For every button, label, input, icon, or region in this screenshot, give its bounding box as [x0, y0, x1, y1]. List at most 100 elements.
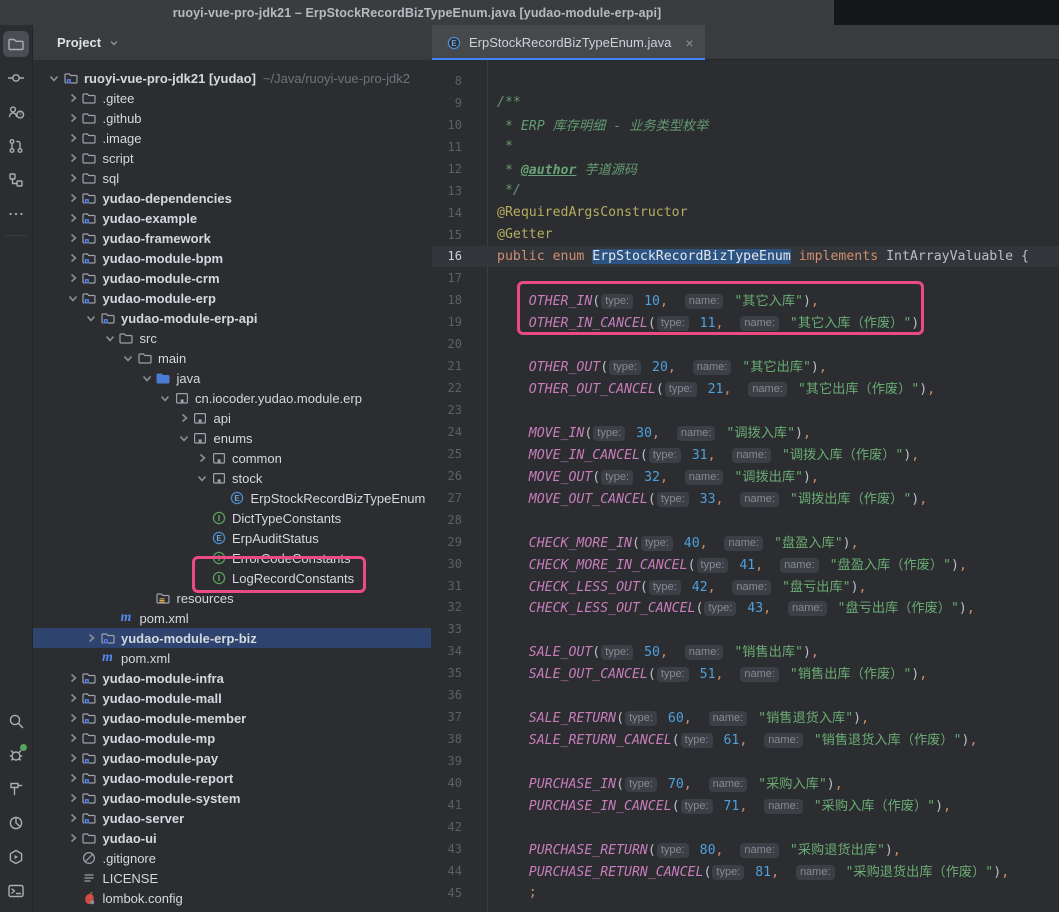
tree-item-common[interactable]: common [33, 448, 431, 468]
code-with-me-icon[interactable]: ? [3, 99, 29, 125]
code-line-22[interactable]: 22 OTHER_OUT_CANCEL(type: 21, name: "其它出… [432, 377, 1059, 399]
problems-icon[interactable] [3, 742, 29, 768]
code-line-13[interactable]: 13 */ [432, 180, 1059, 202]
code-line-29[interactable]: 29 CHECK_MORE_IN(type: 40, name: "盘盈入库")… [432, 531, 1059, 553]
code-line-30[interactable]: 30 CHECK_MORE_IN_CANCEL(type: 41, name: … [432, 553, 1059, 575]
code-line-28[interactable]: 28 [432, 509, 1059, 531]
chevron-expanded-icon[interactable] [176, 430, 192, 446]
tab-close-icon[interactable]: × [685, 35, 693, 51]
tree-item-yudao-module-report[interactable]: yudao-module-report [33, 768, 431, 788]
tree-item-yudao-module-erp[interactable]: yudao-module-erp [33, 288, 431, 308]
tree-item-LogRecordConstants[interactable]: ILogRecordConstants [33, 568, 431, 588]
tree-item-ErpAuditStatus[interactable]: EErpAuditStatus [33, 528, 431, 548]
code-line-9[interactable]: 9/** [432, 92, 1059, 114]
tree-item-yudao-module-system[interactable]: yudao-module-system [33, 788, 431, 808]
chevron-expanded-icon[interactable] [83, 310, 99, 326]
chevron-expanded-icon[interactable] [157, 390, 173, 406]
chevron-collapsed-icon[interactable] [65, 710, 81, 726]
commit-icon[interactable] [3, 65, 29, 91]
tree-item-yudao-module-erp-biz[interactable]: yudao-module-erp-biz [33, 628, 431, 648]
services-icon[interactable] [3, 844, 29, 870]
chevron-collapsed-icon[interactable] [65, 770, 81, 786]
tree-item-ErrorCodeConstants[interactable]: IErrorCodeConstants [33, 548, 431, 568]
code-line-21[interactable]: 21 OTHER_OUT(type: 20, name: "其它出库"), [432, 355, 1059, 377]
code-line-38[interactable]: 38 SALE_RETURN_CANCEL(type: 61, name: "销… [432, 728, 1059, 750]
code-line-27[interactable]: 27 MOVE_OUT_CANCEL(type: 33, name: "调拨出库… [432, 487, 1059, 509]
tree-item-java[interactable]: java [33, 368, 431, 388]
chevron-collapsed-icon[interactable] [194, 450, 210, 466]
pull-requests-icon[interactable] [3, 133, 29, 159]
code-line-20[interactable]: 20 [432, 333, 1059, 355]
code-line-40[interactable]: 40 PURCHASE_IN(type: 70, name: "采购入库"), [432, 772, 1059, 794]
code-line-11[interactable]: 11 * [432, 136, 1059, 158]
profiler-icon[interactable] [3, 810, 29, 836]
code-line-43[interactable]: 43 PURCHASE_RETURN(type: 80, name: "采购退货… [432, 838, 1059, 860]
tree-item-yudao-framework[interactable]: yudao-framework [33, 228, 431, 248]
chevron-expanded-icon[interactable] [46, 70, 62, 86]
chevron-collapsed-icon[interactable] [65, 90, 81, 106]
tree-item-yudao-module-crm[interactable]: yudao-module-crm [33, 268, 431, 288]
project-folder-icon[interactable] [3, 31, 29, 57]
tree-item-DictTypeConstants[interactable]: IDictTypeConstants [33, 508, 431, 528]
chevron-collapsed-icon[interactable] [65, 110, 81, 126]
tree-item-yudao-example[interactable]: yudao-example [33, 208, 431, 228]
code-line-26[interactable]: 26 MOVE_OUT(type: 32, name: "调拨出库"), [432, 465, 1059, 487]
chevron-collapsed-icon[interactable] [176, 410, 192, 426]
tree-item-.github[interactable]: .github [33, 108, 431, 128]
tree-item-pom.xml[interactable]: mpom.xml [33, 608, 431, 628]
tree-item-yudao-ui[interactable]: yudao-ui [33, 828, 431, 848]
chevron-expanded-icon[interactable] [139, 370, 155, 386]
chevron-collapsed-icon[interactable] [83, 630, 99, 646]
build-icon[interactable] [3, 776, 29, 802]
tree-item-yudao-dependencies[interactable]: yudao-dependencies [33, 188, 431, 208]
code-line-36[interactable]: 36 [432, 684, 1059, 706]
code-line-10[interactable]: 10 * ERP 库存明细 - 业务类型枚举 [432, 114, 1059, 136]
chevron-collapsed-icon[interactable] [65, 790, 81, 806]
code-line-42[interactable]: 42 [432, 816, 1059, 838]
tree-item-yudao-module-infra[interactable]: yudao-module-infra [33, 668, 431, 688]
chevron-collapsed-icon[interactable] [65, 810, 81, 826]
chevron-collapsed-icon[interactable] [65, 750, 81, 766]
chevron-collapsed-icon[interactable] [65, 190, 81, 206]
code-line-25[interactable]: 25 MOVE_IN_CANCEL(type: 31, name: "调拨入库（… [432, 443, 1059, 465]
tree-item-.gitee[interactable]: .gitee [33, 88, 431, 108]
terminal-icon[interactable] [3, 878, 29, 904]
chevron-collapsed-icon[interactable] [65, 230, 81, 246]
code-line-8[interactable]: 8 [432, 70, 1059, 92]
code-line-34[interactable]: 34 SALE_OUT(type: 50, name: "销售出库"), [432, 640, 1059, 662]
tree-item-yudao-module-pay[interactable]: yudao-module-pay [33, 748, 431, 768]
code-line-17[interactable]: 17 [432, 267, 1059, 289]
tree-item-yudao-server[interactable]: yudao-server [33, 808, 431, 828]
code-line-31[interactable]: 31 CHECK_LESS_OUT(type: 42, name: "盘亏出库"… [432, 575, 1059, 597]
tree-item-ErpStockRecordBizTypeEnum[interactable]: EErpStockRecordBizTypeEnum [33, 488, 431, 508]
tree-item-LICENSE[interactable]: LICENSE [33, 868, 431, 888]
chevron-collapsed-icon[interactable] [65, 670, 81, 686]
tree-item-stock[interactable]: stock [33, 468, 431, 488]
chevron-expanded-icon[interactable] [102, 330, 118, 346]
code-line-18[interactable]: 18 OTHER_IN(type: 10, name: "其它入库"), [432, 289, 1059, 311]
chevron-collapsed-icon[interactable] [65, 730, 81, 746]
code-line-12[interactable]: 12 * @author 芋道源码 [432, 158, 1059, 180]
tree-item-cn.iocoder.yudao.module.erp[interactable]: cn.iocoder.yudao.module.erp [33, 388, 431, 408]
tree-item-yudao-module-erp-api[interactable]: yudao-module-erp-api [33, 308, 431, 328]
tree-item-.image[interactable]: .image [33, 128, 431, 148]
tree-item-enums[interactable]: enums [33, 428, 431, 448]
chevron-collapsed-icon[interactable] [65, 270, 81, 286]
chevron-expanded-icon[interactable] [194, 470, 210, 486]
tree-item-script[interactable]: script [33, 148, 431, 168]
chevron-collapsed-icon[interactable] [65, 150, 81, 166]
code-line-33[interactable]: 33 [432, 618, 1059, 640]
chevron-collapsed-icon[interactable] [65, 170, 81, 186]
code-line-15[interactable]: 15@Getter [432, 224, 1059, 246]
code-line-14[interactable]: 14@RequiredArgsConstructor [432, 202, 1059, 224]
chevron-collapsed-icon[interactable] [65, 250, 81, 266]
tree-item-api[interactable]: api [33, 408, 431, 428]
chevron-expanded-icon[interactable] [120, 350, 136, 366]
code-line-37[interactable]: 37 SALE_RETURN(type: 60, name: "销售退货入库")… [432, 706, 1059, 728]
tree-item-ruoyi-vue-pro-jdk21-yudao-[interactable]: ruoyi-vue-pro-jdk21 [yudao]~/Java/ruoyi-… [33, 68, 431, 88]
chevron-collapsed-icon[interactable] [65, 210, 81, 226]
tree-item-yudao-module-mp[interactable]: yudao-module-mp [33, 728, 431, 748]
code-line-19[interactable]: 19 OTHER_IN_CANCEL(type: 11, name: "其它入库… [432, 311, 1059, 333]
more-tool-windows-icon[interactable] [3, 201, 29, 227]
project-panel-header[interactable]: Project [33, 25, 431, 60]
